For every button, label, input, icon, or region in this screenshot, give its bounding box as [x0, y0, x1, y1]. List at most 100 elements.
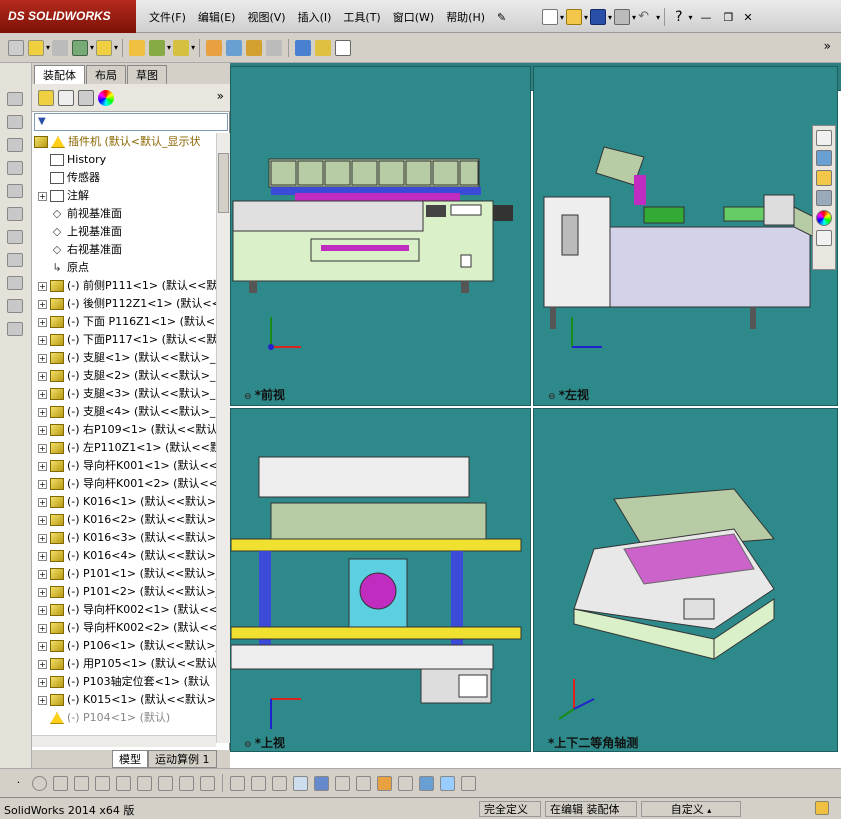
rebuild-icon[interactable]	[815, 801, 829, 815]
close-button[interactable]: ✕	[743, 11, 752, 24]
tab-motion-study[interactable]: 运动算例 1	[148, 750, 217, 768]
isometric-view-pane[interactable]	[533, 408, 838, 752]
expand-toggle-icon[interactable]: +	[38, 461, 47, 471]
shaded-edges-icon[interactable]	[440, 775, 455, 791]
units-selector[interactable]: 自定义 ▴	[641, 801, 741, 817]
expand-toggle-icon[interactable]: +	[38, 371, 47, 381]
tree-item[interactable]: + (-) 前侧P111<1> (默认<<默	[32, 277, 216, 295]
expand-toggle-icon[interactable]: +	[38, 299, 47, 309]
tree-item[interactable]: + (-) 支腿<1> (默认<<默认>_	[32, 349, 216, 367]
layers-icon[interactable]	[356, 775, 371, 791]
arc-icon[interactable]	[95, 775, 110, 791]
tree-item[interactable]: + (-) 左P110Z1<1> (默认<<默	[32, 439, 216, 457]
properties-icon[interactable]	[315, 39, 332, 56]
grid-icon[interactable]	[251, 775, 266, 791]
tree-item[interactable]: + (-) 右P109<1> (默认<<默认	[32, 421, 216, 439]
tree-item[interactable]: + (-) 支腿<3> (默认<<默认>_	[32, 385, 216, 403]
tree-item[interactable]: + (-) K016<4> (默认<<默认>_	[32, 547, 216, 565]
insert-component-icon[interactable]	[96, 39, 113, 56]
tree-item[interactable]: + (-) P103轴定位套<1> (默认	[32, 673, 216, 691]
expand-toggle-icon[interactable]: +	[38, 317, 47, 327]
smart-mates-icon[interactable]	[7, 161, 23, 175]
assembly-icon[interactable]	[72, 39, 89, 56]
print-icon[interactable]	[614, 9, 631, 25]
expand-toggle-icon[interactable]: +	[38, 191, 47, 201]
tree-item[interactable]: +◇右视基准面	[32, 241, 216, 259]
edit-component-icon[interactable]	[7, 92, 23, 106]
tree-item[interactable]: + (-) P101<1> (默认<<默认>_	[32, 565, 216, 583]
graphics-area[interactable]: ▾ ▾ ▾ ▾ ▾ ◧ ◨ — ❐ ✕	[230, 63, 841, 768]
tree-item[interactable]: + (-) 支腿<2> (默认<<默认>_	[32, 367, 216, 385]
save-icon[interactable]	[590, 9, 607, 25]
new-document-icon[interactable]	[542, 9, 558, 25]
configuration-manager-icon[interactable]	[78, 89, 94, 106]
instant3d-icon[interactable]	[7, 276, 23, 290]
help-button[interactable]: ?	[675, 9, 682, 25]
paperclip-icon[interactable]	[52, 39, 69, 56]
tree-item[interactable]: + (-) 用P105<1> (默认<<默认	[32, 655, 216, 673]
box-icon[interactable]	[398, 775, 413, 791]
expand-toggle-icon[interactable]: +	[38, 569, 47, 579]
tree-item[interactable]: +◇上视基准面	[32, 223, 216, 241]
file-explorer-icon[interactable]	[816, 170, 832, 186]
line-icon[interactable]	[53, 775, 68, 791]
tree-item[interactable]: +(-) P104<1> (默认)	[32, 709, 216, 727]
menu-view[interactable]: 视图(V)	[242, 9, 290, 27]
expand-toggle-icon[interactable]: +	[38, 479, 47, 489]
menu-edit[interactable]: 编辑(E)	[193, 9, 241, 27]
expand-toggle-icon[interactable]: +	[38, 641, 47, 651]
menu-help[interactable]: 帮助(H)	[441, 9, 490, 27]
expand-toggle-icon[interactable]: +	[38, 659, 47, 669]
home-icon[interactable]	[816, 130, 832, 146]
expand-toggle-icon[interactable]: +	[38, 551, 47, 561]
move-component-icon[interactable]	[149, 39, 166, 56]
expand-toggle-icon[interactable]: +	[38, 515, 47, 525]
tab-model[interactable]: 模型	[112, 750, 148, 768]
expand-toggle-icon[interactable]: +	[38, 407, 47, 417]
menu-window[interactable]: 窗口(W)	[388, 9, 439, 27]
expand-toggle-icon[interactable]: +	[38, 623, 47, 633]
tree-root[interactable]: 插件机 (默认<默认_显示状	[32, 133, 216, 151]
fillet-icon[interactable]	[158, 775, 173, 791]
explode-icon[interactable]	[226, 39, 243, 56]
expand-panel-icon[interactable]: »	[217, 89, 224, 103]
expand-toggle-icon[interactable]: +	[38, 425, 47, 435]
smart-dimension-icon[interactable]	[314, 775, 329, 791]
filter-field[interactable]: ▼	[34, 113, 228, 131]
tree-item[interactable]: + (-) 下面P117<1> (默认<<默	[32, 331, 216, 349]
expand-toggle-icon[interactable]: +	[38, 497, 47, 507]
tab-sketch[interactable]: 草图	[127, 65, 167, 84]
circle-icon[interactable]	[32, 775, 47, 791]
ordinate-icon[interactable]	[272, 775, 287, 791]
open-folder-icon[interactable]	[566, 9, 583, 25]
point-icon[interactable]: ·	[11, 776, 26, 791]
top-view-pane[interactable]	[230, 408, 531, 752]
show-hidden-icon[interactable]	[7, 184, 23, 198]
tree-item[interactable]: + (-) K016<2> (默认<<默认>_	[32, 511, 216, 529]
expand-toggle-icon[interactable]: +	[38, 587, 47, 597]
property-manager-icon[interactable]	[58, 89, 74, 106]
tree-item[interactable]: + (-) 支腿<4> (默认<<默认>_	[32, 403, 216, 421]
customize-icon[interactable]	[793, 40, 809, 56]
custom-properties-icon[interactable]	[816, 230, 832, 246]
expand-toggle-icon[interactable]: +	[38, 353, 47, 363]
feature-manager-icon[interactable]	[38, 89, 54, 106]
mate-icon[interactable]	[129, 39, 146, 56]
open-icon[interactable]	[28, 39, 44, 56]
tree-item[interactable]: +↳原点	[32, 259, 216, 277]
tree-item[interactable]: + (-) P106<1> (默认<<默认>_	[32, 637, 216, 655]
tree-item[interactable]: + (-) 下面 P116Z1<1> (默认<	[32, 313, 216, 331]
exploded-view-icon[interactable]	[7, 299, 23, 313]
tab-layout[interactable]: 布局	[86, 65, 126, 84]
front-view-pane[interactable]	[230, 66, 531, 406]
shaded-icon[interactable]	[419, 775, 434, 791]
expand-toggle-icon[interactable]: +	[38, 389, 47, 399]
expand-toggle-icon[interactable]: +	[38, 677, 47, 687]
smart-fastener-icon[interactable]	[173, 39, 190, 56]
explode-line-icon[interactable]	[7, 322, 23, 336]
measure-icon[interactable]	[295, 39, 312, 56]
expand-toggle-icon[interactable]: +	[38, 695, 47, 705]
left-view-pane[interactable]	[533, 66, 838, 406]
component-icon[interactable]	[7, 115, 23, 129]
tab-assembly[interactable]: 装配体	[34, 65, 85, 84]
